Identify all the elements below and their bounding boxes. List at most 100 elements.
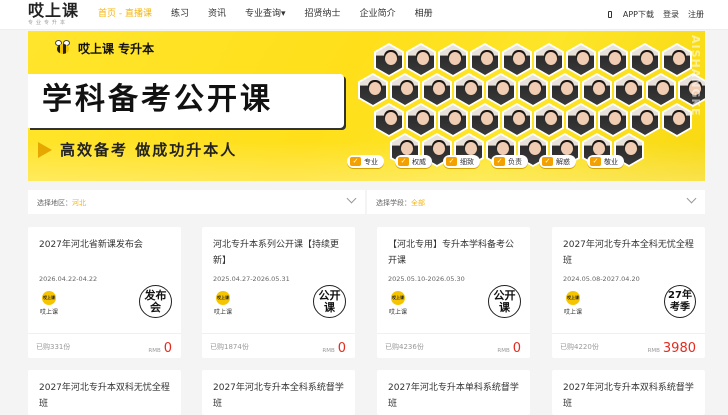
banner-tags: ✓ 专业 ✓ 权威 ✓ 细致 ✓ 负责 ✓ 解惑 ✓ 敬业: [347, 155, 635, 168]
nav-careers[interactable]: 招贤纳士: [305, 9, 341, 20]
region-filter-select[interactable]: 选择地区：河北: [28, 190, 365, 214]
check-icon: ✓: [590, 157, 601, 166]
stage-filter-select[interactable]: 选择学段：全部: [367, 190, 705, 214]
teacher-portrait: [422, 73, 452, 107]
course-date: 2024.05.08-2027.04.20: [563, 275, 640, 283]
teacher-name: 哎上课: [388, 309, 407, 316]
course-date: 2026.04.22-04.22: [39, 275, 98, 283]
course-price: RMB 3980: [648, 337, 696, 356]
course-card[interactable]: 2027年河北专升本双科无忧全程班: [28, 370, 181, 415]
currency-label: RMB: [322, 348, 335, 354]
teacher-portrait: [406, 103, 436, 137]
card-footer: 已购331份 RMB 0: [28, 333, 181, 358]
logo-subtext: 专业专升本: [28, 20, 69, 26]
sold-count: 已购331份: [36, 343, 71, 351]
banner-tag: ✓ 专业: [347, 155, 384, 168]
teacher-portrait: [358, 73, 388, 107]
teacher-photo-grid: [344, 39, 705, 167]
banner-slogan-text: 高效备考 做成功升本人: [60, 141, 238, 159]
teacher-portrait: [502, 103, 532, 137]
course-card[interactable]: 【河北专用】专升本学科备考公开课 2025.05.10-2026.05.30 哎…: [377, 227, 530, 358]
nav-gallery[interactable]: 相册: [415, 9, 433, 20]
teacher-portrait: [614, 73, 644, 107]
card-footer: 已购1874份 RMB 0: [202, 333, 355, 358]
course-card[interactable]: 河北专升本系列公开课【持续更新】 2025.04.27-2026.05.31 哎…: [202, 227, 355, 358]
promo-banner[interactable]: 哎上课 专升本 学科备考公开课 高效备考 做成功升本人 ✓ 专业 ✓ 权威 ✓ 细致 …: [28, 31, 705, 181]
course-price: RMB 0: [322, 337, 346, 356]
banner-tag: ✓ 解惑: [539, 155, 576, 168]
teacher-name: 哎上课: [213, 309, 232, 316]
banner-tag: ✓ 权威: [395, 155, 432, 168]
chevron-down-icon: [686, 193, 697, 204]
course-date: 2025.04.27-2026.05.31: [213, 275, 290, 283]
course-card[interactable]: 2027年河北省新课发布会 2026.04.22-04.22 哎上课 哎上课 发布…: [28, 227, 181, 358]
teacher-portrait: [406, 43, 436, 77]
teacher-name: 哎上课: [39, 309, 58, 316]
teacher-portrait: [470, 103, 500, 137]
course-card[interactable]: 2027年河北专升本全科系统督学班: [202, 370, 355, 415]
nav-major-query[interactable]: 专业查询▾: [245, 9, 286, 20]
teacher-portrait: [454, 73, 484, 107]
teacher-portrait: [646, 73, 676, 107]
site-logo[interactable]: 哎上课 专业专升本: [28, 1, 80, 27]
nav-home-live[interactable]: 首页 - 直播课: [98, 9, 152, 20]
region-filter-label: 选择地区：: [37, 199, 72, 207]
course-card[interactable]: 2027年河北专升本单科系统督学班: [377, 370, 530, 415]
teacher-portrait: [598, 103, 628, 137]
main-nav: 首页 - 直播课 练习 资讯 专业查询▾ 招贤纳士 企业简介 相册: [98, 9, 452, 20]
teacher-portrait: [502, 43, 532, 77]
teacher-portrait: [374, 43, 404, 77]
price-value: 0: [163, 341, 172, 356]
course-price: RMB 0: [497, 337, 521, 356]
app-download-label: APP下载: [622, 10, 654, 19]
banner-tag: ✓ 细致: [443, 155, 480, 168]
banner-title-box: 学科备考公开课: [28, 74, 344, 128]
nav-practice[interactable]: 练习: [171, 9, 189, 20]
course-title: 【河北专用】专升本学科备考公开课: [388, 240, 515, 266]
teacher-portrait: [470, 43, 500, 77]
teacher-info: 哎上课 哎上课: [563, 291, 583, 316]
price-value: 0: [512, 341, 521, 356]
avatar: 哎上课: [42, 291, 56, 305]
course-type-badge: 发布会: [139, 285, 172, 318]
logo-text: 哎上课: [28, 1, 80, 20]
avatar: 哎上课: [391, 291, 405, 305]
course-price: RMB 0: [148, 337, 172, 356]
course-card[interactable]: 2027年河北专升本双科系统督学班: [552, 370, 705, 415]
course-type-badge: 公开课: [313, 285, 346, 318]
course-card[interactable]: 2027年河北专升本全科无忧全程班 2024.05.08-2027.04.20 …: [552, 227, 705, 358]
avatar: 哎上课: [216, 291, 230, 305]
phone-icon: [607, 11, 612, 18]
teacher-portrait: [374, 103, 404, 137]
price-value: 0: [337, 341, 346, 356]
avatar: 哎上课: [566, 291, 580, 305]
nav-news[interactable]: 资讯: [208, 9, 226, 20]
teacher-portrait: [534, 103, 564, 137]
currency-label: RMB: [497, 348, 510, 354]
app-download-link[interactable]: APP下载: [607, 9, 654, 20]
register-link[interactable]: 注册: [688, 9, 704, 20]
check-icon: ✓: [446, 157, 457, 166]
check-icon: ✓: [494, 157, 505, 166]
banner-tag: ✓ 敬业: [587, 155, 624, 168]
arrow-right-icon: [38, 141, 52, 158]
sold-count: 已购4220份: [560, 343, 599, 351]
teacher-portrait: [582, 73, 612, 107]
teacher-portrait: [534, 43, 564, 77]
check-icon: ✓: [542, 157, 553, 166]
course-type-badge: 27年考季: [664, 285, 696, 318]
teacher-portrait: [518, 73, 548, 107]
teacher-name: 哎上课: [563, 309, 582, 316]
banner-brand: 哎上课 专升本: [52, 39, 154, 57]
currency-label: RMB: [148, 348, 161, 354]
teacher-portrait: [550, 73, 580, 107]
course-title: 2027年河北省新课发布会: [39, 240, 143, 250]
course-title: 河北专升本系列公开课【持续更新】: [213, 240, 340, 266]
teacher-portrait: [438, 103, 468, 137]
login-link[interactable]: 登录: [663, 9, 679, 20]
teacher-portrait: [566, 103, 596, 137]
nav-about[interactable]: 企业简介: [360, 9, 396, 20]
banner-side-text: AISHANGKE: [689, 35, 702, 117]
price-value: 3980: [662, 341, 696, 356]
course-title: 2027年河北专升本全科无忧全程班: [563, 240, 694, 266]
